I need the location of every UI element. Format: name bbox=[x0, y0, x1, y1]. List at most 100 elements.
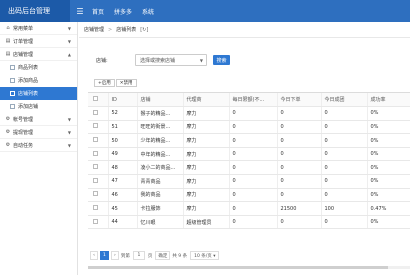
table-cell: 45 bbox=[108, 201, 138, 216]
sidebar-item-common[interactable]: ⌂ 常用菜单 ▼ bbox=[0, 22, 77, 35]
list-icon: ▤ bbox=[5, 38, 11, 44]
caret-down-icon: ▼ bbox=[67, 142, 71, 148]
sidebar-subitem-product-list[interactable]: 商品列表 bbox=[0, 61, 77, 74]
table-cell: 51 bbox=[108, 120, 138, 135]
table-cell: 0 bbox=[229, 174, 278, 189]
table-cell: 47 bbox=[108, 174, 138, 189]
square-icon bbox=[10, 91, 15, 96]
table-row[interactable]: 46 我的商品 摩力 0 0 0 0% bbox=[88, 188, 410, 203]
breadcrumb: 店铺管理 > 店铺列表 [↻] bbox=[79, 22, 410, 38]
sidebar-subitem-shop-list[interactable]: 店铺列表 bbox=[0, 87, 77, 100]
table-cell: 中年的精品... bbox=[137, 147, 184, 162]
table-cell: 摩力 bbox=[183, 133, 230, 148]
refresh-icon[interactable]: [↻] bbox=[140, 27, 148, 33]
table-row[interactable]: 47 青青商品 摩力 0 0 0 0% bbox=[88, 174, 410, 189]
table-cell: 0 bbox=[229, 133, 278, 148]
disable-button[interactable]: ✕ 禁用 bbox=[115, 79, 137, 87]
top-nav: 首页 拼多多 系统 bbox=[92, 7, 164, 16]
column-header[interactable]: ID bbox=[108, 93, 138, 108]
topnav-home[interactable]: 首页 bbox=[92, 7, 104, 16]
table-cell: 0 bbox=[321, 147, 368, 162]
table-row[interactable]: 50 少年的精品... 摩力 0 0 0 0% bbox=[88, 133, 410, 148]
table-cell: 摩力 bbox=[183, 106, 230, 121]
column-header[interactable]: 每日限额(不... bbox=[229, 93, 278, 108]
menu-icon[interactable]: ☰ bbox=[72, 0, 88, 22]
table-cell: 旺旺的街景... bbox=[137, 120, 184, 135]
table-cell: 0 bbox=[229, 215, 278, 230]
horizontal-scrollbar[interactable] bbox=[88, 266, 410, 269]
page-number-button[interactable]: 1 bbox=[100, 251, 109, 260]
sidebar-item-orders[interactable]: ▤ 订单管理 ▼ bbox=[0, 35, 77, 48]
table-cell: 卡拉服饰 bbox=[137, 201, 184, 216]
shop-select-placeholder: 选择或搜索店铺 bbox=[140, 57, 176, 64]
sidebar-item-withdraw[interactable]: ⚙ 提现管理 ▼ bbox=[0, 126, 77, 139]
sidebar-item-tasks[interactable]: ⚙ 自动任务 ▼ bbox=[0, 139, 77, 152]
next-page-button[interactable]: › bbox=[110, 251, 119, 260]
row-checkbox[interactable] bbox=[88, 106, 109, 121]
goto-page-input[interactable]: 1 bbox=[132, 251, 145, 260]
table-row[interactable]: 49 中年的精品... 摩力 0 0 0 0% bbox=[88, 147, 410, 162]
sidebar-item-label: 店铺管理 bbox=[13, 51, 34, 58]
sidebar-item-label: 自动任务 bbox=[13, 142, 34, 149]
table-cell: 0 bbox=[277, 215, 322, 230]
table-row[interactable]: 45 卡拉服饰 摩力 0 21500 100 0.47% bbox=[88, 201, 410, 216]
table-row[interactable]: 48 凌小二的商品... 摩力 0 0 0 0% bbox=[88, 160, 410, 176]
table-cell: 0 bbox=[321, 160, 368, 176]
shop-filter-label: 店铺: bbox=[96, 57, 108, 64]
column-header[interactable]: 代理商 bbox=[183, 93, 230, 108]
table-cell: 摩力 bbox=[183, 120, 230, 135]
table-cell: 0% bbox=[367, 147, 410, 162]
sidebar-subitem-add-shop[interactable]: 添加店铺 bbox=[0, 100, 77, 113]
topnav-system[interactable]: 系统 bbox=[142, 7, 154, 16]
enable-button[interactable]: + 启用 bbox=[94, 79, 115, 87]
breadcrumb-level1[interactable]: 店铺管理 bbox=[84, 26, 104, 33]
square-icon bbox=[10, 78, 15, 83]
row-checkbox[interactable] bbox=[88, 160, 109, 176]
table-row[interactable]: 51 旺旺的街景... 摩力 0 0 0 0% bbox=[88, 120, 410, 135]
page-size-select[interactable]: 10 条/页 ▾ bbox=[190, 251, 220, 260]
table-cell: 0 bbox=[321, 188, 368, 203]
table-cell: 0 bbox=[277, 160, 322, 176]
table-cell: 猴子的精品... bbox=[137, 106, 184, 121]
row-checkbox[interactable] bbox=[88, 133, 109, 148]
caret-down-icon: ▼ bbox=[67, 38, 71, 44]
table-cell: 0 bbox=[277, 120, 322, 135]
table-cell: 0 bbox=[321, 133, 368, 148]
table-cell: 0 bbox=[229, 201, 278, 216]
sidebar-item-shops[interactable]: ▤ 店铺管理 ▲ bbox=[0, 48, 77, 61]
enable-label: 启用 bbox=[101, 81, 111, 86]
caret-up-icon: ▲ bbox=[67, 51, 71, 57]
caret-down-icon: ▼ bbox=[67, 25, 71, 31]
prev-page-button[interactable]: ‹ bbox=[90, 251, 98, 260]
row-checkbox[interactable] bbox=[88, 188, 109, 203]
shop-select[interactable]: 选择或搜索店铺 ▼ bbox=[135, 54, 207, 66]
table-cell: 0% bbox=[367, 160, 410, 176]
app-title: 出码后台管理 bbox=[0, 0, 70, 22]
sidebar-item-accounts[interactable]: ⚙ 帐号管理 ▼ bbox=[0, 113, 77, 126]
main-content: 店铺管理 > 店铺列表 [↻] 店铺: 选择或搜索店铺 ▼ 搜索 + 启用 ✕ … bbox=[79, 22, 410, 275]
table-row[interactable]: 52 猴子的精品... 摩力 0 0 0 0% bbox=[88, 106, 410, 121]
column-header[interactable]: 今日成团 bbox=[321, 93, 368, 108]
column-header[interactable]: 今日下单 bbox=[277, 93, 322, 108]
row-checkbox[interactable] bbox=[88, 201, 109, 216]
confirm-button[interactable]: 确定 bbox=[155, 251, 171, 260]
gear-icon: ⚙ bbox=[5, 129, 11, 135]
table-cell: 0 bbox=[229, 106, 278, 121]
row-checkbox[interactable] bbox=[88, 215, 109, 230]
row-checkbox[interactable] bbox=[88, 120, 109, 135]
chevron-down-icon: ▼ bbox=[199, 57, 203, 63]
topnav-pinduoduo[interactable]: 拼多多 bbox=[114, 7, 132, 16]
select-all-checkbox[interactable] bbox=[88, 93, 109, 108]
column-header[interactable]: 店铺 bbox=[137, 93, 184, 108]
row-checkbox[interactable] bbox=[88, 174, 109, 189]
scrollbar-thumb[interactable] bbox=[88, 266, 388, 269]
table-cell: 0 bbox=[229, 120, 278, 135]
square-icon bbox=[10, 65, 15, 70]
table-cell: 49 bbox=[108, 147, 138, 162]
caret-down-icon: ▼ bbox=[67, 129, 71, 135]
column-header[interactable]: 成功率 bbox=[367, 93, 410, 108]
row-checkbox[interactable] bbox=[88, 147, 109, 162]
table-row[interactable]: 44 忆川眼 超级管理员 0 0 0 0% bbox=[88, 215, 410, 230]
search-button[interactable]: 搜索 bbox=[213, 55, 230, 65]
sidebar-subitem-add-product[interactable]: 添加商品 bbox=[0, 74, 77, 87]
